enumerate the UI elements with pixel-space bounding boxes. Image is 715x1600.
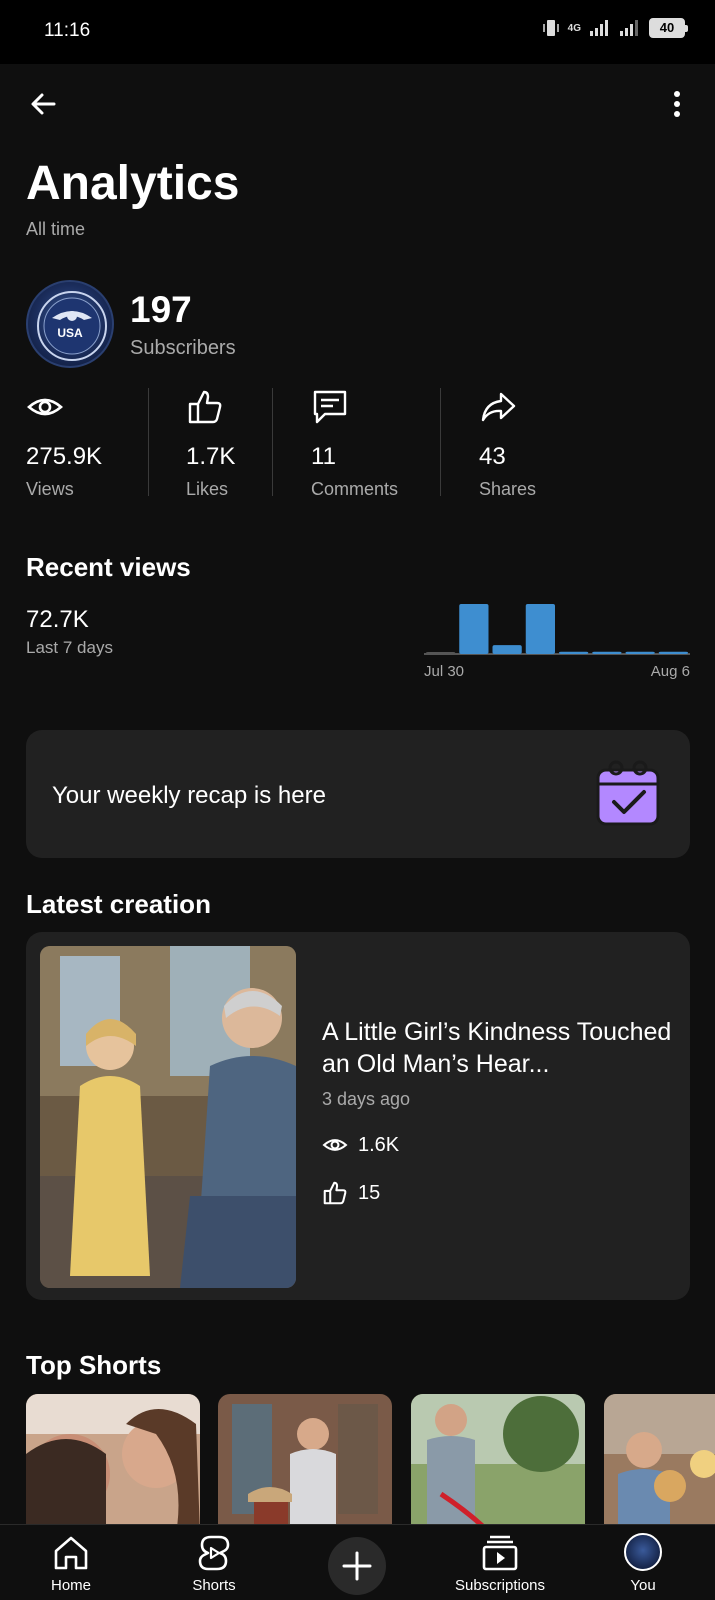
shorts-icon (198, 1535, 230, 1571)
stat-shares-value: 43 (479, 443, 506, 470)
stat-comments-label: Comments (311, 479, 399, 499)
home-icon (54, 1536, 88, 1570)
latest-views-value: 1.6K (358, 1133, 400, 1156)
recent-views-value: 72.7K (26, 606, 89, 633)
create-button[interactable] (328, 1537, 386, 1595)
stat-views-label: Views (26, 479, 74, 499)
chart-bar (426, 652, 456, 654)
subscriber-label: Subscribers (130, 337, 236, 359)
stat-likes[interactable]: 1.7K Likes (186, 388, 236, 499)
network-type: 4G (567, 22, 581, 34)
vibrate-icon (542, 20, 559, 36)
stats-row: 275.9K Views 1.7K Likes 11 Comments 43 S… (0, 388, 715, 499)
weekly-recap-card[interactable]: Your weekly recap is here (26, 730, 690, 858)
subscriber-count: 197 (130, 289, 192, 330)
recent-views-period: Last 7 days (26, 638, 113, 657)
latest-creation-card[interactable]: A Little Girl’s Kindness Touched an Old … (26, 932, 690, 1300)
status-time: 11:16 (44, 20, 91, 41)
chart-bar (459, 604, 489, 654)
nav-shorts[interactable]: Shorts (159, 1533, 269, 1594)
subscriptions-icon (482, 1535, 518, 1571)
short-image (26, 1394, 200, 1524)
top-shorts-title: Top Shorts (26, 1350, 162, 1380)
bottom-nav: Home Shorts Subscriptions You (0, 1524, 715, 1600)
short-thumbnail[interactable] (26, 1394, 200, 1524)
share-icon (481, 392, 516, 422)
chart-tick-label: Aug 6 (651, 663, 690, 680)
short-image (218, 1394, 392, 1524)
latest-creation-title: Latest creation (26, 889, 211, 919)
stat-divider (440, 388, 441, 496)
calendar-check-icon (596, 760, 660, 826)
comment-icon (313, 390, 347, 424)
latest-likes-value: 15 (358, 1181, 381, 1204)
signal-icon-2 (620, 20, 638, 36)
recent-views-chart[interactable]: Jul 30 Aug 6 (424, 596, 690, 680)
short-thumbnail[interactable] (218, 1394, 392, 1524)
nav-home[interactable]: Home (16, 1533, 126, 1594)
stat-views-value: 275.9K (26, 443, 103, 470)
nav-home-label: Home (50, 1577, 91, 1594)
signal-icon (590, 20, 608, 36)
stat-shares-label: Shares (479, 479, 537, 499)
nav-shorts-label: Shorts (192, 1577, 236, 1594)
top-shorts-strip (0, 1394, 715, 1524)
channel-avatar-text: USA (57, 326, 83, 340)
recent-views-title: Recent views (26, 552, 191, 582)
nav-you-label: You (630, 1577, 656, 1594)
latest-video-thumbnail[interactable] (40, 946, 296, 1288)
page-title: Analytics (26, 157, 240, 210)
stat-likes-value: 1.7K (186, 443, 236, 470)
stat-comments-value: 11 (311, 443, 336, 470)
chart-bar (525, 604, 555, 654)
stat-views[interactable]: 275.9K Views (26, 388, 103, 499)
nav-subscriptions-label: Subscriptions (454, 1577, 546, 1594)
eye-icon (27, 398, 63, 416)
thumbs-up-icon (323, 1181, 347, 1205)
recap-text: Your weekly recap is here (52, 782, 326, 809)
eye-icon (322, 1139, 348, 1151)
latest-views: 1.6K (322, 1132, 399, 1158)
you-avatar-icon (624, 1533, 662, 1571)
latest-video-age: 3 days ago (322, 1089, 411, 1109)
more-vert-icon[interactable] (657, 84, 697, 124)
back-arrow-icon[interactable] (24, 84, 64, 124)
latest-video-title[interactable]: A Little Girl’s Kindness Touched an Old … (322, 1016, 672, 1080)
chart-bar (492, 645, 522, 654)
stat-divider (148, 388, 149, 496)
nav-subscriptions[interactable]: Subscriptions (445, 1533, 555, 1594)
page-subtitle: All time (26, 219, 86, 239)
short-thumbnail[interactable] (411, 1394, 585, 1524)
stat-divider (272, 388, 273, 496)
nav-you[interactable]: You (588, 1533, 698, 1594)
thumbs-up-icon (188, 390, 222, 424)
top-bar (0, 64, 715, 140)
battery-icon: 40 (649, 18, 688, 38)
status-bar: 11:16 4G 40 (0, 0, 715, 64)
chart-tick-label: Jul 30 (424, 663, 464, 680)
status-icons: 4G 40 (542, 18, 688, 38)
stat-shares[interactable]: 43 Shares (479, 388, 536, 499)
channel-logo (37, 291, 107, 361)
thumbnail-image (40, 946, 296, 1288)
channel-avatar[interactable]: USA (26, 280, 114, 368)
plus-icon (342, 1551, 372, 1581)
chart-bar (625, 651, 655, 654)
chart-bar (658, 651, 688, 654)
short-thumbnail[interactable] (604, 1394, 715, 1524)
latest-likes: 15 (322, 1180, 380, 1206)
chart-bar (559, 651, 589, 654)
stat-comments[interactable]: 11 Comments (311, 388, 398, 499)
chart-bar (592, 651, 622, 654)
short-image (604, 1394, 715, 1524)
short-image (411, 1394, 585, 1524)
stat-likes-label: Likes (186, 479, 229, 499)
